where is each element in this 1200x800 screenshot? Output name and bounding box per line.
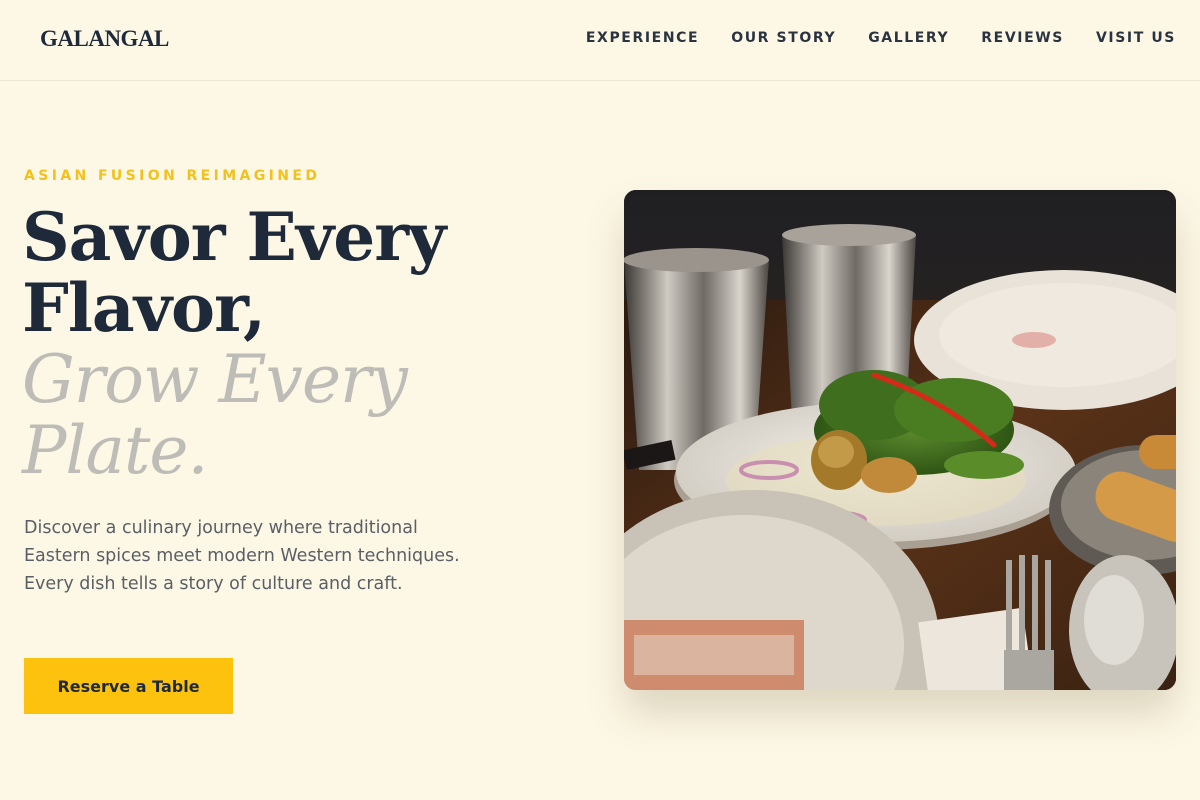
main-nav: EXPERIENCE OUR STORY GALLERY REVIEWS VIS… [586,30,1176,46]
nav-link-our-story[interactable]: OUR STORY [731,30,836,46]
food-plate-illustration [624,190,1176,690]
nav-link-reviews[interactable]: REVIEWS [981,30,1064,46]
headline-line-3: Grow Every [22,341,408,418]
nav-link-visit-us[interactable]: VISIT US [1096,30,1176,46]
headline-line-1: Savor Every [22,198,446,276]
hero-headline: Savor Every Flavor, Grow Every Plate. [22,198,446,489]
top-navigation-bar: GALANGAL EXPERIENCE OUR STORY GALLERY RE… [0,0,1200,81]
nav-link-gallery[interactable]: GALLERY [868,30,949,46]
hero-food-photo [624,190,1176,690]
headline-line-4: Plate. [22,412,208,489]
headline-line-2: Flavor, [22,269,266,347]
hero-description: Discover a culinary journey where tradit… [24,518,460,594]
nav-link-experience[interactable]: EXPERIENCE [586,30,699,46]
hero-eyebrow: ASIAN FUSION REIMAGINED [24,168,321,184]
brand-logo[interactable]: GALANGAL [40,26,169,52]
reserve-table-button[interactable]: Reserve a Table [24,658,233,714]
